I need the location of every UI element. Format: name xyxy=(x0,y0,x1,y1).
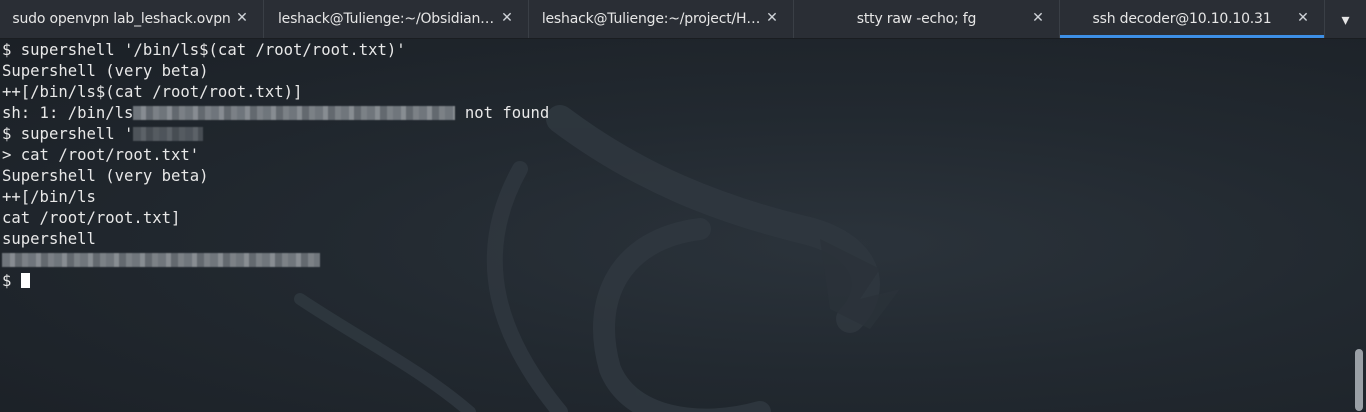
tab-bar: sudo openvpn lab_leshack.ovpn ✕ leshack@… xyxy=(0,0,1366,39)
tab-ssh-decoder[interactable]: ssh decoder@10.10.10.31 ✕ xyxy=(1060,0,1325,38)
text-cursor xyxy=(20,273,30,288)
line-prompt: $ xyxy=(2,271,549,292)
tab-label: ssh decoder@10.10.10.31 xyxy=(1092,11,1272,27)
redacted-flag xyxy=(133,106,456,120)
line-output: Supershell (very beta) xyxy=(2,167,209,185)
redacted-text xyxy=(133,127,204,141)
line-output: sh: 1: /bin/ls not found xyxy=(2,104,550,122)
line-command: $ supershell ' xyxy=(2,124,549,145)
line-command: > cat /root/root.txt' xyxy=(2,146,200,164)
terminal-view[interactable]: $ supershell '/bin/ls$(cat /root/root.tx… xyxy=(0,39,1366,412)
close-icon[interactable]: ✕ xyxy=(1296,11,1310,25)
line-output xyxy=(2,250,549,271)
tab-project[interactable]: leshack@Tulienge:~/project/H… ✕ xyxy=(529,0,794,38)
close-icon[interactable]: ✕ xyxy=(765,11,779,25)
tab-label: stty raw -echo; fg xyxy=(856,11,977,27)
tab-label: leshack@Tulienge:~/project/H… xyxy=(541,11,761,27)
redacted-flag xyxy=(2,253,320,267)
line-output: Supershell (very beta) xyxy=(2,62,209,80)
line-output: cat /root/root.txt] xyxy=(2,209,181,227)
scrollbar-thumb[interactable] xyxy=(1355,349,1363,411)
tab-stty[interactable]: stty raw -echo; fg ✕ xyxy=(794,0,1060,38)
close-icon[interactable]: ✕ xyxy=(500,11,514,25)
close-icon[interactable]: ✕ xyxy=(235,11,249,25)
chevron-down-icon: ▾ xyxy=(1341,9,1350,29)
tab-openvpn[interactable]: sudo openvpn lab_leshack.ovpn ✕ xyxy=(0,0,264,38)
line-command: $ supershell '/bin/ls$(cat /root/root.tx… xyxy=(2,41,406,59)
line-output: supershell xyxy=(2,230,96,248)
tab-menu-button[interactable]: ▾ xyxy=(1325,0,1366,38)
terminal-output: $ supershell '/bin/ls$(cat /root/root.tx… xyxy=(2,40,549,292)
tab-label: leshack@Tulienge:~/Obsidian… xyxy=(277,11,494,27)
tab-obsidian[interactable]: leshack@Tulienge:~/Obsidian… ✕ xyxy=(264,0,529,38)
close-icon[interactable]: ✕ xyxy=(1031,11,1045,25)
line-output: ++[/bin/ls xyxy=(2,188,96,206)
tab-label: sudo openvpn lab_leshack.ovpn xyxy=(12,11,231,27)
line-output: ++[/bin/ls$(cat /root/root.txt)] xyxy=(2,83,303,101)
